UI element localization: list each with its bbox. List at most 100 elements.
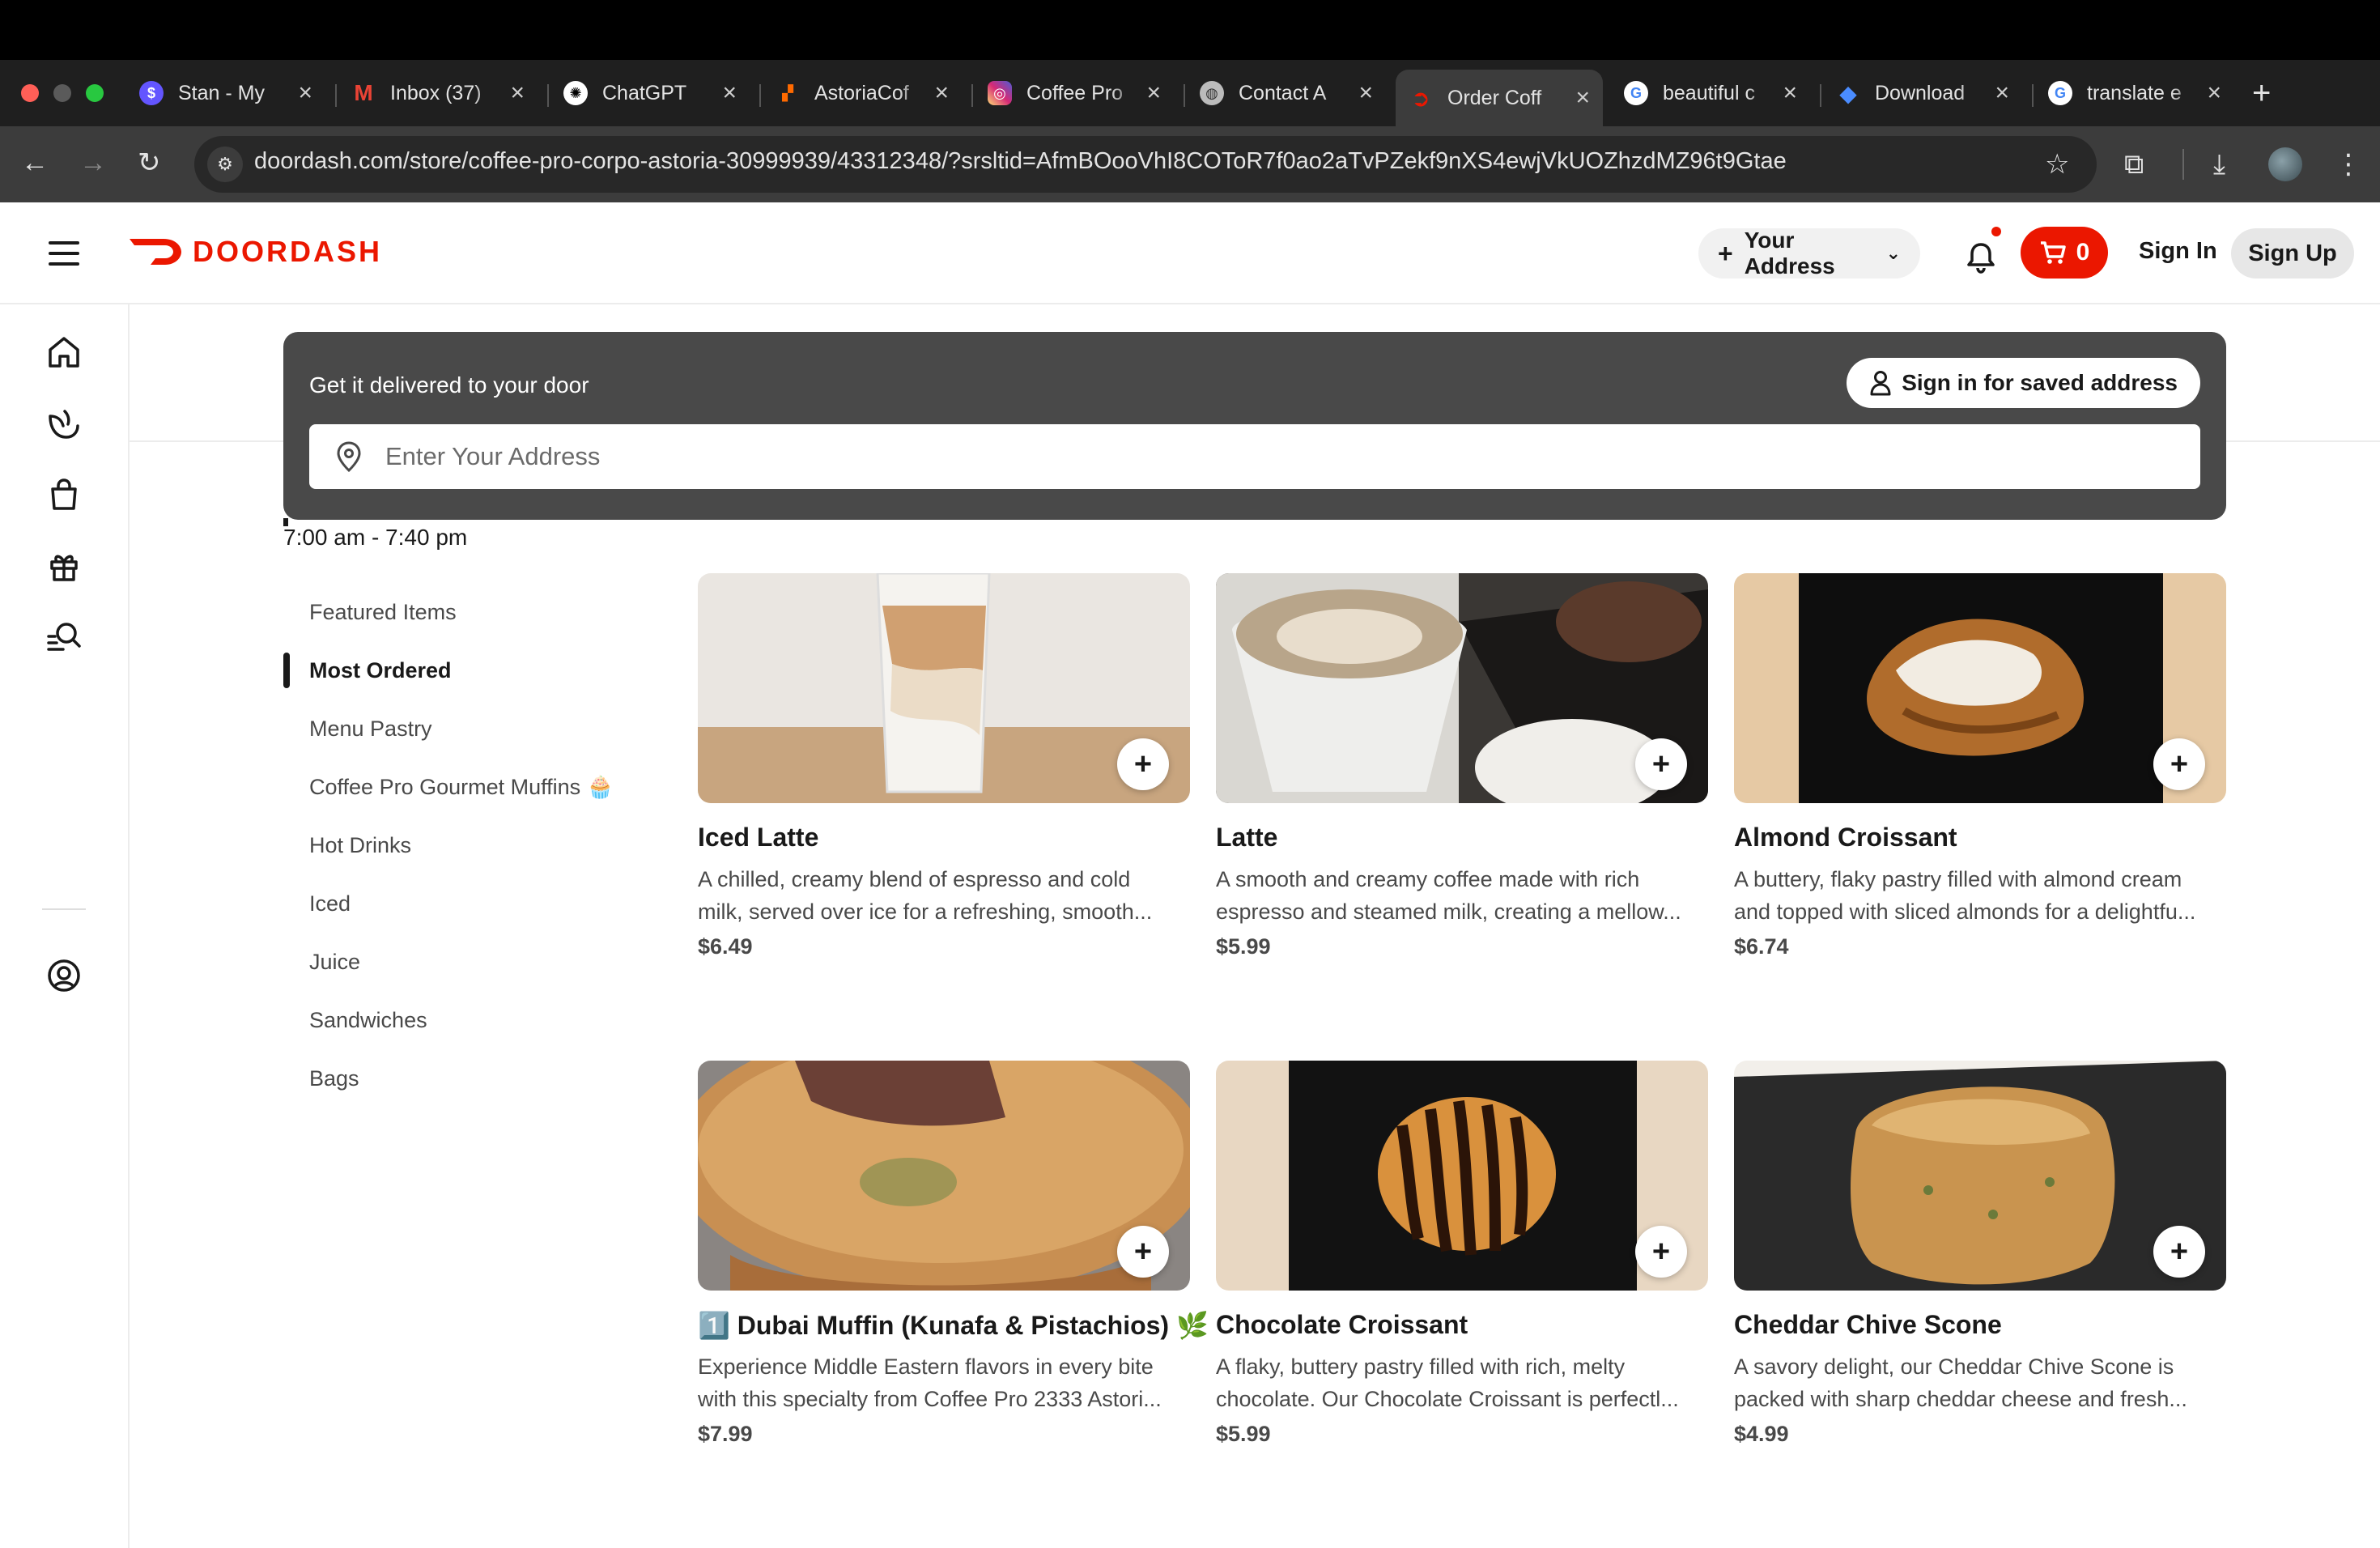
browser-tab[interactable]: M Inbox (37) ×	[338, 71, 538, 115]
hamburger-menu-icon[interactable]	[49, 241, 79, 266]
menu-item-card[interactable]: + 1️⃣ Dubai Muffin (Kunafa & Pistachios)…	[698, 1061, 1209, 1482]
add-to-cart-button[interactable]: +	[1117, 738, 1169, 790]
minimize-window-button[interactable]	[53, 84, 71, 102]
home-icon[interactable]	[45, 334, 83, 371]
tab-divider	[547, 84, 549, 107]
menu-category-hot-drinks[interactable]: Hot Drinks	[283, 816, 640, 874]
url-text[interactable]: doordash.com/store/coffee-pro-corpo-asto…	[254, 148, 1787, 175]
menu-category-bags[interactable]: Bags	[283, 1049, 640, 1108]
tab-title: ChatGPT	[602, 81, 687, 104]
saved-address-button[interactable]: Sign in for saved address	[1847, 358, 2200, 408]
close-tab-icon[interactable]: ×	[298, 81, 312, 105]
item-description: A savory delight, our Cheddar Chive Scon…	[1734, 1354, 2187, 1411]
item-price: $6.74	[1734, 934, 1789, 959]
google-favicon-icon: G	[2048, 81, 2072, 105]
add-to-cart-button[interactable]: +	[1635, 738, 1687, 790]
stan-favicon-icon: $	[139, 81, 164, 105]
iced-latte-image	[698, 573, 1190, 803]
browser-tab[interactable]: $ Stan - My ×	[126, 71, 325, 115]
item-name: Almond Croissant	[1734, 823, 1957, 852]
cart-button[interactable]: 0	[2021, 227, 2108, 279]
tab-title: AstoriaCof	[814, 81, 909, 104]
menu-category-most-ordered[interactable]: Most Ordered	[283, 641, 640, 700]
item-price: $5.99	[1216, 934, 1271, 959]
browser-tab[interactable]: ◆ Download ×	[1823, 71, 2022, 115]
cart-count: 0	[2076, 239, 2090, 266]
google-favicon-icon: G	[1624, 81, 1648, 105]
close-tab-icon[interactable]: ×	[1146, 81, 1161, 105]
new-tab-button[interactable]: +	[2252, 71, 2271, 115]
zoom-window-button[interactable]	[86, 84, 104, 102]
add-to-cart-button[interactable]: +	[1117, 1226, 1169, 1278]
profile-avatar[interactable]	[2268, 147, 2302, 181]
add-to-cart-button[interactable]: +	[2153, 738, 2205, 790]
sign-up-button[interactable]: Sign Up	[2231, 228, 2354, 279]
tab-title: beautiful c	[1663, 81, 1755, 104]
toolbar-divider	[2182, 149, 2184, 180]
browser-tab[interactable]: ◍ Contact A ×	[1187, 71, 1386, 115]
menu-category-menu-pastry[interactable]: Menu Pastry	[283, 700, 640, 758]
browser-tab[interactable]: ▞ AstoriaCof ×	[763, 71, 962, 115]
menu-category-gourmet-muffins[interactable]: Coffee Pro Gourmet Muffins 🧁	[283, 758, 640, 816]
grocery-icon[interactable]	[45, 405, 83, 442]
notification-bell-icon[interactable]	[1962, 238, 2000, 275]
tab-title: Stan - My	[178, 81, 265, 104]
menu-category-featured-items[interactable]: Featured Items	[283, 583, 640, 641]
menu-category-juice[interactable]: Juice	[283, 933, 640, 991]
tab-title: Inbox (37)	[390, 81, 482, 104]
close-window-button[interactable]	[21, 84, 39, 102]
close-tab-icon[interactable]: ×	[1783, 81, 1797, 105]
menu-item-card[interactable]: + Latte A smooth and creamy coffee made …	[1216, 573, 1708, 994]
sign-in-link[interactable]: Sign In	[2139, 238, 2217, 265]
your-address-button[interactable]: + Your Address ⌄	[1698, 228, 1920, 279]
close-tab-icon[interactable]: ×	[934, 81, 949, 105]
close-tab-icon[interactable]: ×	[1995, 81, 2009, 105]
close-tab-icon[interactable]: ×	[722, 81, 737, 105]
site-info-icon[interactable]: ⚙	[207, 147, 243, 182]
browser-tab[interactable]: G beautiful c ×	[1611, 71, 1810, 115]
brand-name: DOORDASH	[193, 235, 383, 268]
browser-tab-active[interactable]: ➲ Order Coff ×	[1396, 70, 1603, 126]
menu-category-nav: Featured Items Most Ordered Menu Pastry …	[283, 583, 640, 1108]
gem-favicon-icon: ◆	[1839, 80, 1857, 106]
add-to-cart-button[interactable]: +	[1635, 1226, 1687, 1278]
tab-divider	[2032, 84, 2034, 107]
doordash-logo[interactable]: DOORDASH	[128, 235, 382, 269]
item-name: Chocolate Croissant	[1216, 1310, 1468, 1339]
search-icon[interactable]	[45, 619, 83, 656]
site-header: DOORDASH + Your Address ⌄ 0 Sign In Sign…	[0, 202, 2380, 304]
back-arrow-icon[interactable]: ←	[21, 142, 49, 183]
more-menu-icon[interactable]: ⋮	[2335, 144, 2362, 185]
reload-icon[interactable]: ↻	[138, 142, 161, 183]
delivery-address-panel: Get it delivered to your door Sign in fo…	[283, 332, 2226, 520]
menu-item-card[interactable]: + Chocolate Croissant A flaky, buttery p…	[1216, 1061, 1708, 1482]
account-icon[interactable]	[45, 957, 83, 994]
menu-item-card[interactable]: + Iced Latte A chilled, creamy blend of …	[698, 573, 1190, 994]
forward-arrow-icon[interactable]: →	[79, 142, 107, 183]
download-icon[interactable]: ⤓	[2213, 144, 2225, 185]
close-tab-icon[interactable]: ×	[2207, 81, 2221, 105]
item-price: $4.99	[1734, 1422, 1789, 1446]
bookmark-star-icon[interactable]: ☆	[2045, 144, 2069, 185]
menu-category-sandwiches[interactable]: Sandwiches	[283, 991, 640, 1049]
menu-item-card[interactable]: + Almond Croissant A buttery, flaky past…	[1734, 573, 2226, 994]
address-input-wrapper[interactable]	[309, 424, 2200, 489]
menu-category-iced[interactable]: Iced	[283, 874, 640, 933]
doordash-page: DOORDASH + Your Address ⌄ 0 Sign In Sign…	[0, 202, 2380, 1548]
browser-tab[interactable]: G translate e ×	[2035, 71, 2234, 115]
add-to-cart-button[interactable]: +	[2153, 1226, 2205, 1278]
close-tab-icon[interactable]: ×	[1358, 81, 1373, 105]
close-tab-icon[interactable]: ×	[1575, 86, 1590, 110]
cast-icon[interactable]: ⧉	[2124, 144, 2144, 185]
gift-icon[interactable]	[45, 547, 83, 585]
menu-item-card[interactable]: + Cheddar Chive Scone A savory delight, …	[1734, 1061, 2226, 1482]
dubai-muffin-image	[698, 1061, 1190, 1291]
item-name: Iced Latte	[698, 823, 819, 852]
browser-tab[interactable]: ✺ ChatGPT ×	[550, 71, 750, 115]
os-menu-bar	[0, 0, 2380, 60]
browser-tab[interactable]: ◎ Coffee Pro ×	[975, 71, 1174, 115]
address-input[interactable]	[385, 442, 2166, 471]
item-description: Experience Middle Eastern flavors in eve…	[698, 1354, 1162, 1411]
shopping-bag-icon[interactable]	[45, 476, 83, 513]
close-tab-icon[interactable]: ×	[510, 81, 525, 105]
